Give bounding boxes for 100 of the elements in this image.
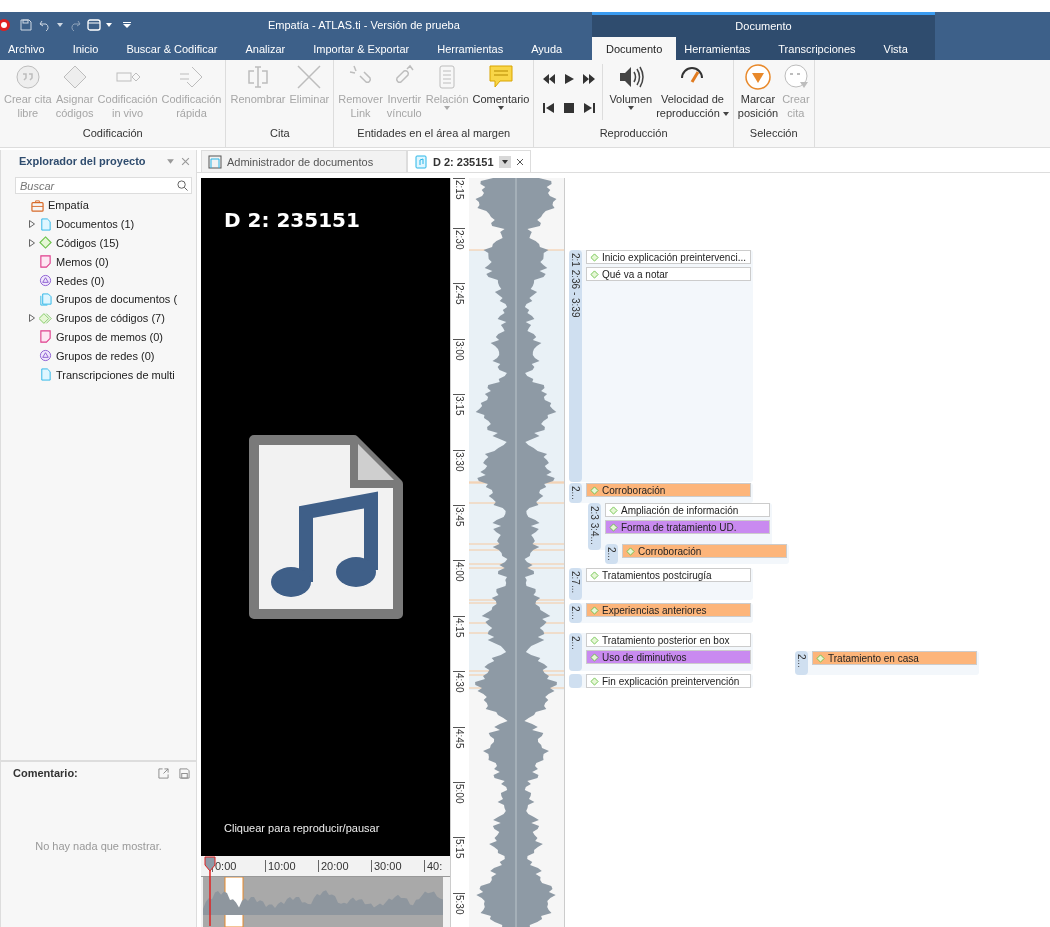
code-tag[interactable]: Tratamiento posterior en box: [586, 633, 751, 647]
save-icon[interactable]: [179, 767, 190, 779]
stop-icon: [562, 103, 577, 113]
tree-item[interactable]: Memos (0): [56, 255, 109, 268]
media-player[interactable]: D 2: 235151 Cliquear para reproducir/pausar: [201, 178, 450, 856]
close-icon[interactable]: [515, 157, 524, 166]
time-tick-label: 4:15: [453, 615, 465, 638]
memo-icon: [39, 330, 52, 344]
quote-bracket[interactable]: 2... Corroboración: [605, 544, 789, 564]
time-tick-label: 4:00: [453, 560, 465, 582]
expand-arrow-icon[interactable]: [29, 220, 35, 229]
menu-tab[interactable]: Inicio: [66, 37, 111, 60]
quote-bracket[interactable]: 2... Experiencias anteriores: [569, 603, 753, 623]
empty-message: No hay nada que mostrar.: [35, 839, 162, 852]
tree-item[interactable]: Redes (0): [56, 274, 105, 287]
caret-icon[interactable]: [106, 22, 112, 27]
quote-label[interactable]: 2:3 3:4...: [588, 503, 601, 550]
code-tag[interactable]: Inicio explicación preintervenci...: [586, 250, 751, 264]
menu-tab[interactable]: Ayuda: [525, 37, 575, 60]
menu-tab[interactable]: Analizar: [239, 37, 298, 60]
tree-item[interactable]: Grupos de códigos (7): [56, 312, 165, 325]
ribbon-tab[interactable]: Documento: [592, 37, 677, 60]
context-tab-header: Documento: [592, 12, 935, 37]
ribbon-button[interactable]: Comentario: [470, 64, 532, 110]
ribbon-group-label: Selección: [748, 127, 799, 141]
quote-label[interactable]: 2...: [569, 603, 582, 623]
ribbon-button[interactable]: Velocidad de reproducción: [654, 64, 731, 120]
quote-bracket[interactable]: 2:7... Tratamientos postcirugía: [569, 568, 753, 600]
comment-icon: [487, 64, 514, 90]
time-tick-label: 3:15: [453, 394, 465, 416]
waveform-drawing[interactable]: [469, 178, 564, 927]
time-tick-label: 3:30: [453, 449, 465, 472]
menu-tab[interactable]: Buscar & Codificar: [120, 37, 230, 60]
dropdown-caret-icon[interactable]: [498, 155, 511, 168]
caret-icon: [444, 106, 451, 110]
window-icon[interactable]: [87, 17, 101, 32]
quote-label[interactable]: 2...: [605, 544, 618, 564]
ribbon-tab[interactable]: Transcripciones: [772, 37, 868, 60]
quote-bracket[interactable]: 2... Tratamiento en casa: [795, 651, 979, 675]
code-tag[interactable]: Forma de tratamiento UD.: [605, 520, 770, 534]
memo-icon: [39, 255, 52, 269]
code-tag[interactable]: Tratamiento en casa: [812, 651, 977, 665]
tree-item[interactable]: Grupos de documentos (: [56, 293, 178, 306]
menu-tab[interactable]: Archivo: [0, 37, 57, 60]
menu-tab[interactable]: Importar & Exportar: [307, 37, 422, 60]
ribbon-group-label: Cita: [269, 127, 291, 141]
quote-label[interactable]: 2:7...: [569, 568, 582, 600]
diamond-icon: [590, 676, 599, 686]
overview-waveform-drawing[interactable]: [203, 877, 443, 927]
diamond-icon: [61, 64, 88, 90]
timeline-tick-label: 20:00: [318, 860, 349, 872]
tree-item[interactable]: Códigos (15): [56, 237, 119, 249]
ribbon-button[interactable]: Volumen: [607, 64, 655, 110]
caret-icon: [627, 106, 634, 110]
open-external-icon[interactable]: [158, 767, 169, 779]
diamond-arrow-icon: [178, 64, 205, 90]
document-icon: [39, 217, 52, 231]
diamond-icon: [590, 605, 599, 615]
save-icon[interactable]: [19, 17, 33, 32]
ribbon-tab[interactable]: Herramientas: [678, 37, 763, 60]
ribbon-tab[interactable]: Vista: [877, 37, 920, 60]
code-tag[interactable]: Corroboración: [586, 483, 751, 497]
code-tag[interactable]: Qué va a notar: [586, 267, 751, 281]
diamond-icon: [626, 546, 635, 556]
diamond-icon: [816, 653, 825, 663]
expand-arrow-icon[interactable]: [29, 314, 35, 323]
code-tag[interactable]: Experiencias anteriores: [586, 603, 751, 617]
marker-icon: [744, 64, 771, 90]
quote-label[interactable]: 2...: [795, 651, 808, 675]
caret-icon[interactable]: [57, 22, 63, 27]
time-tick-label: 4:30: [453, 671, 465, 693]
expand-arrow-icon[interactable]: [29, 239, 35, 247]
code-tag[interactable]: Ampliación de información: [605, 503, 770, 517]
code-tag[interactable]: Corroboración: [622, 544, 787, 558]
quote-label[interactable]: 2:1 2:36 - 3:39: [569, 250, 582, 482]
menu-tab[interactable]: Herramientas: [431, 37, 516, 60]
quote-bracket[interactable]: 2... Corroboración: [569, 483, 753, 503]
code-tag[interactable]: Tratamientos postcirugía: [586, 568, 751, 582]
tree-item[interactable]: Documentos (1): [56, 218, 135, 231]
quote-label[interactable]: 2...: [569, 483, 582, 503]
quote-label[interactable]: 2...: [569, 633, 582, 671]
search-field[interactable]: Buscar: [15, 177, 192, 194]
skip-forward-icon: [582, 103, 597, 113]
search-icon: [177, 180, 188, 191]
document-tab[interactable]: D 2: 235151: [407, 150, 531, 172]
playhead-marker[interactable]: [204, 856, 216, 926]
tree-item[interactable]: Grupos de redes (0): [56, 349, 155, 362]
code-tag[interactable]: Uso de diminutivos: [586, 650, 751, 664]
tree-item[interactable]: Transcripciones de multi: [56, 368, 175, 381]
timeline-tick-label: 30:00: [371, 860, 402, 872]
quote-bracket[interactable]: 2:1 2:36 - 3:39 Inicio explicación preintervenci... Qué va a notar: [569, 250, 753, 482]
ribbon-button[interactable]: Marcar posición: [735, 64, 781, 120]
document-tab[interactable]: Administrador de documentos: [201, 150, 407, 172]
tree-item[interactable]: Grupos de memos (0): [56, 330, 163, 343]
tree-item[interactable]: Empatía: [48, 199, 89, 212]
quote-icon: [14, 64, 41, 90]
quote-bracket[interactable]: 2... Tratamiento posterior en box Uso de diminutivos: [569, 633, 753, 671]
documents-icon: [39, 292, 52, 306]
network-icon: [39, 274, 52, 288]
customize-caret-icon[interactable]: [123, 21, 131, 28]
